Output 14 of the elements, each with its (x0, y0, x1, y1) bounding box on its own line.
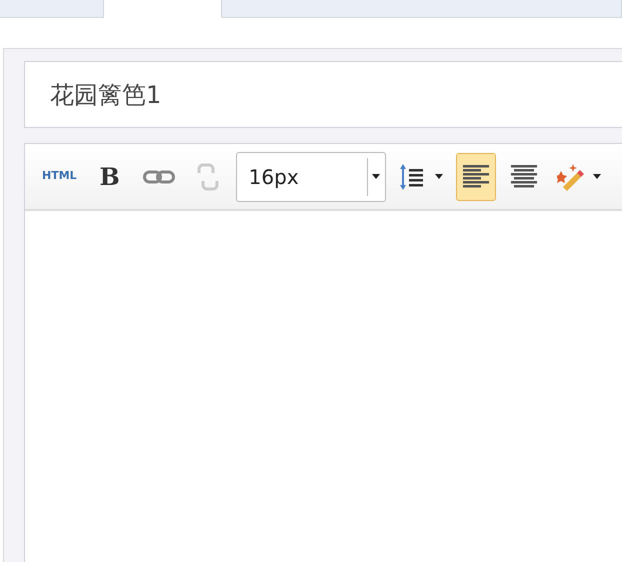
broken-link-icon (194, 162, 221, 190)
align-left-icon (462, 165, 489, 188)
chain-link-icon (142, 170, 175, 184)
bold-button[interactable]: B (90, 152, 130, 200)
align-center-icon (510, 165, 537, 188)
caret-icon (434, 174, 443, 179)
caret-icon (592, 174, 601, 179)
font-size-field[interactable]: 16px (236, 152, 386, 202)
magic-wand-icon (556, 162, 587, 190)
html-button[interactable]: HTML (37, 152, 82, 200)
caret-icon (372, 174, 380, 179)
title-field[interactable]: 花园篱笆1 (24, 61, 622, 128)
editor-area[interactable]: HTML B 16px (24, 143, 622, 562)
align-left-button[interactable] (456, 152, 496, 200)
